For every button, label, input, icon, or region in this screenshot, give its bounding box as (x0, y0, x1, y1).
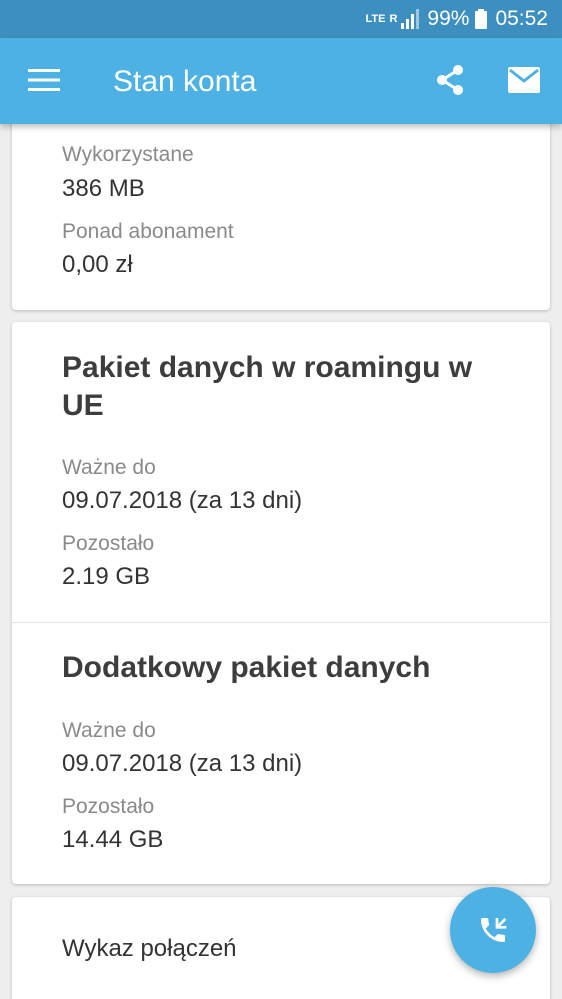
hamburger-icon[interactable] (28, 68, 60, 92)
share-icon[interactable] (434, 64, 466, 96)
divider (12, 622, 550, 623)
over-limit-label: Ponad abonament (62, 220, 234, 243)
roaming-label: R (389, 13, 398, 25)
app-bar: Stan konta (0, 38, 562, 124)
package-title: Dodatkowy pakiet danych (62, 651, 431, 684)
valid-until-label: Ważne do (62, 456, 156, 479)
status-bar: LTE R 99% 05:52 (0, 0, 562, 38)
used-label: Wykorzystane (62, 143, 194, 166)
valid-until-value: 09.07.2018 (za 13 dni) (62, 750, 303, 777)
remaining-label: Pozostało (62, 795, 155, 818)
remaining-label: Pozostało (62, 532, 155, 555)
package-title: Pakiet danych w roamingu w UE (62, 351, 473, 422)
packages-card: Pakiet danych w roamingu w UE Ważne do 0… (12, 322, 550, 884)
network-indicator: LTE (365, 13, 386, 25)
used-value: 386 MB (62, 175, 145, 202)
page-title: Stan konta (113, 65, 257, 98)
phone-calls-icon (481, 918, 507, 942)
clock: 05:52 (495, 7, 548, 30)
remaining-value: 14.44 GB (62, 826, 164, 853)
valid-until-label: Ważne do (62, 719, 156, 742)
over-limit-value: 0,00 zł (62, 251, 133, 278)
battery-percentage: 99% (427, 7, 470, 30)
roaming-indicator: R (389, 13, 398, 25)
mail-icon[interactable] (508, 66, 540, 94)
account-content[interactable]: Wykorzystane 386 MB Ponad abonament 0,00… (0, 124, 562, 999)
valid-until-value: 09.07.2018 (za 13 dni) (62, 487, 303, 514)
call-history-link[interactable]: Wykaz połączeń (62, 935, 237, 963)
remaining-value: 2.19 GB (62, 563, 151, 590)
usage-card: Wykorzystane 386 MB Ponad abonament 0,00… (12, 124, 550, 310)
network-type-label: LTE (365, 13, 386, 25)
call-history-fab[interactable] (450, 887, 536, 973)
signal-icon (401, 9, 420, 29)
battery-icon (475, 9, 488, 29)
